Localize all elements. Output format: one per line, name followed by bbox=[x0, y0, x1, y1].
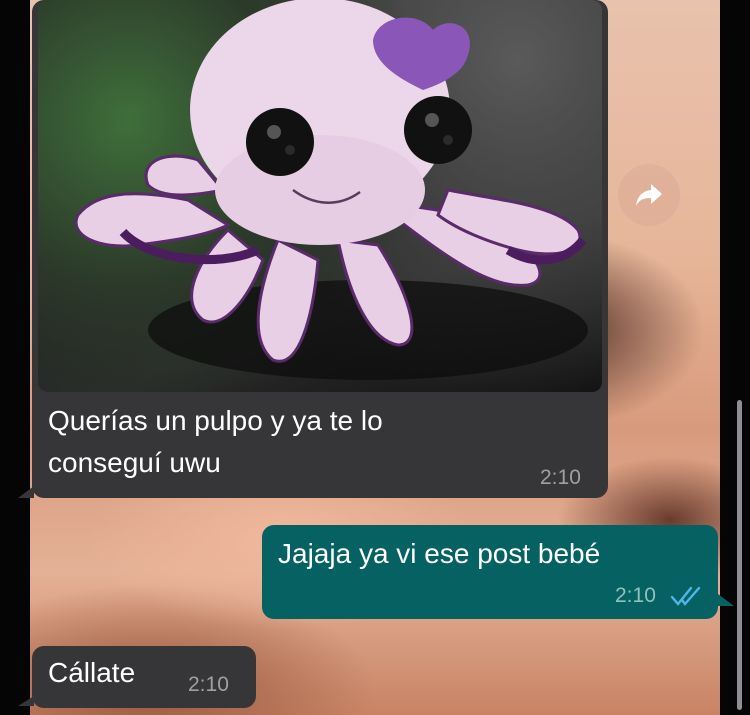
message-time: 2:10 bbox=[540, 466, 581, 489]
message-time: 2:10 bbox=[615, 584, 656, 607]
incoming-message[interactable]: Cállate 2:10 bbox=[32, 646, 256, 708]
octopus-plush-image bbox=[74, 0, 588, 380]
incoming-image-message[interactable]: Querías un pulpo y ya te lo conseguí uwu… bbox=[32, 0, 608, 498]
bubble-tail bbox=[18, 486, 34, 498]
outgoing-message[interactable]: Jajaja ya vi ese post bebé 2:10 bbox=[262, 525, 718, 619]
octopus-photo[interactable] bbox=[38, 0, 602, 392]
bubble-tail bbox=[718, 594, 734, 606]
message-time: 2:10 bbox=[188, 673, 229, 696]
bubble-tail bbox=[18, 696, 34, 706]
message-text: Cállate bbox=[48, 657, 136, 688]
message-caption: Querías un pulpo y ya te lo conseguí uwu bbox=[48, 405, 383, 478]
read-receipt-icon bbox=[670, 586, 701, 606]
screen-edge-left bbox=[0, 0, 30, 715]
forward-arrow-icon bbox=[636, 184, 662, 206]
screen-edge-right bbox=[720, 0, 750, 715]
forward-button[interactable] bbox=[618, 164, 680, 226]
message-text: Jajaja ya vi ese post bebé bbox=[278, 538, 601, 569]
scrollbar[interactable] bbox=[737, 400, 742, 710]
